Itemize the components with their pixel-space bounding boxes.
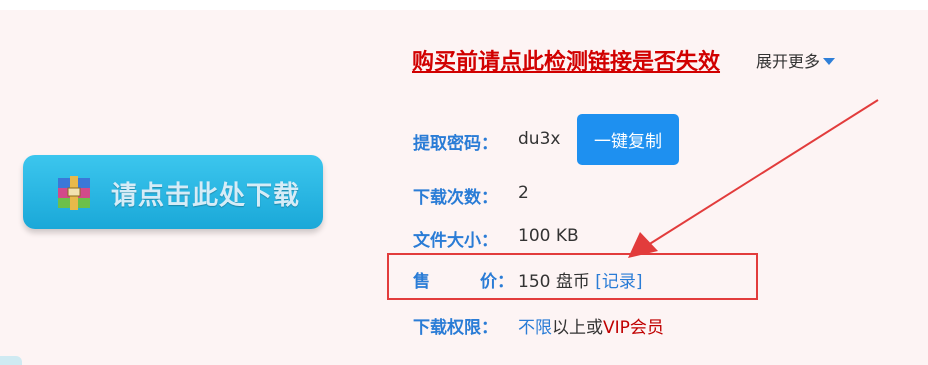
- permission-unlimited: 不限: [518, 318, 552, 338]
- price-label-char2: 价：: [480, 272, 514, 292]
- download-button-label: 请点击此处下载: [111, 181, 301, 211]
- password-label: 提取密码：: [413, 134, 498, 154]
- download-count-label: 下载次数：: [413, 188, 498, 208]
- expand-more-label: 展开更多: [756, 52, 821, 71]
- permission-or-above: 以上或: [552, 318, 603, 338]
- file-size-value: 100 KB: [518, 226, 579, 246]
- file-size-label: 文件大小：: [413, 231, 498, 251]
- download-count-value: 2: [518, 183, 529, 203]
- copy-password-button[interactable]: 一键复制: [577, 114, 679, 165]
- price-label-char1: 售: [413, 272, 430, 292]
- permission-label: 下载权限：: [413, 318, 498, 338]
- caret-down-icon: [823, 58, 836, 65]
- download-button[interactable]: 请点击此处下载: [23, 155, 323, 229]
- permission-value: 不限以上或VIP会员: [518, 313, 664, 338]
- password-value: du3x: [518, 129, 561, 149]
- corner-fragment: [0, 356, 22, 365]
- expand-more-toggle[interactable]: 展开更多: [756, 48, 836, 72]
- check-link[interactable]: 购买前请点此检测链接是否失效: [412, 44, 720, 76]
- price-record-link[interactable]: [记录]: [595, 272, 642, 292]
- archive-icon: [58, 176, 90, 210]
- price-value-group: 150 盘币 [记录]: [518, 267, 643, 292]
- price-value: 150 盘币: [518, 272, 590, 292]
- permission-vip: VIP会员: [603, 318, 664, 338]
